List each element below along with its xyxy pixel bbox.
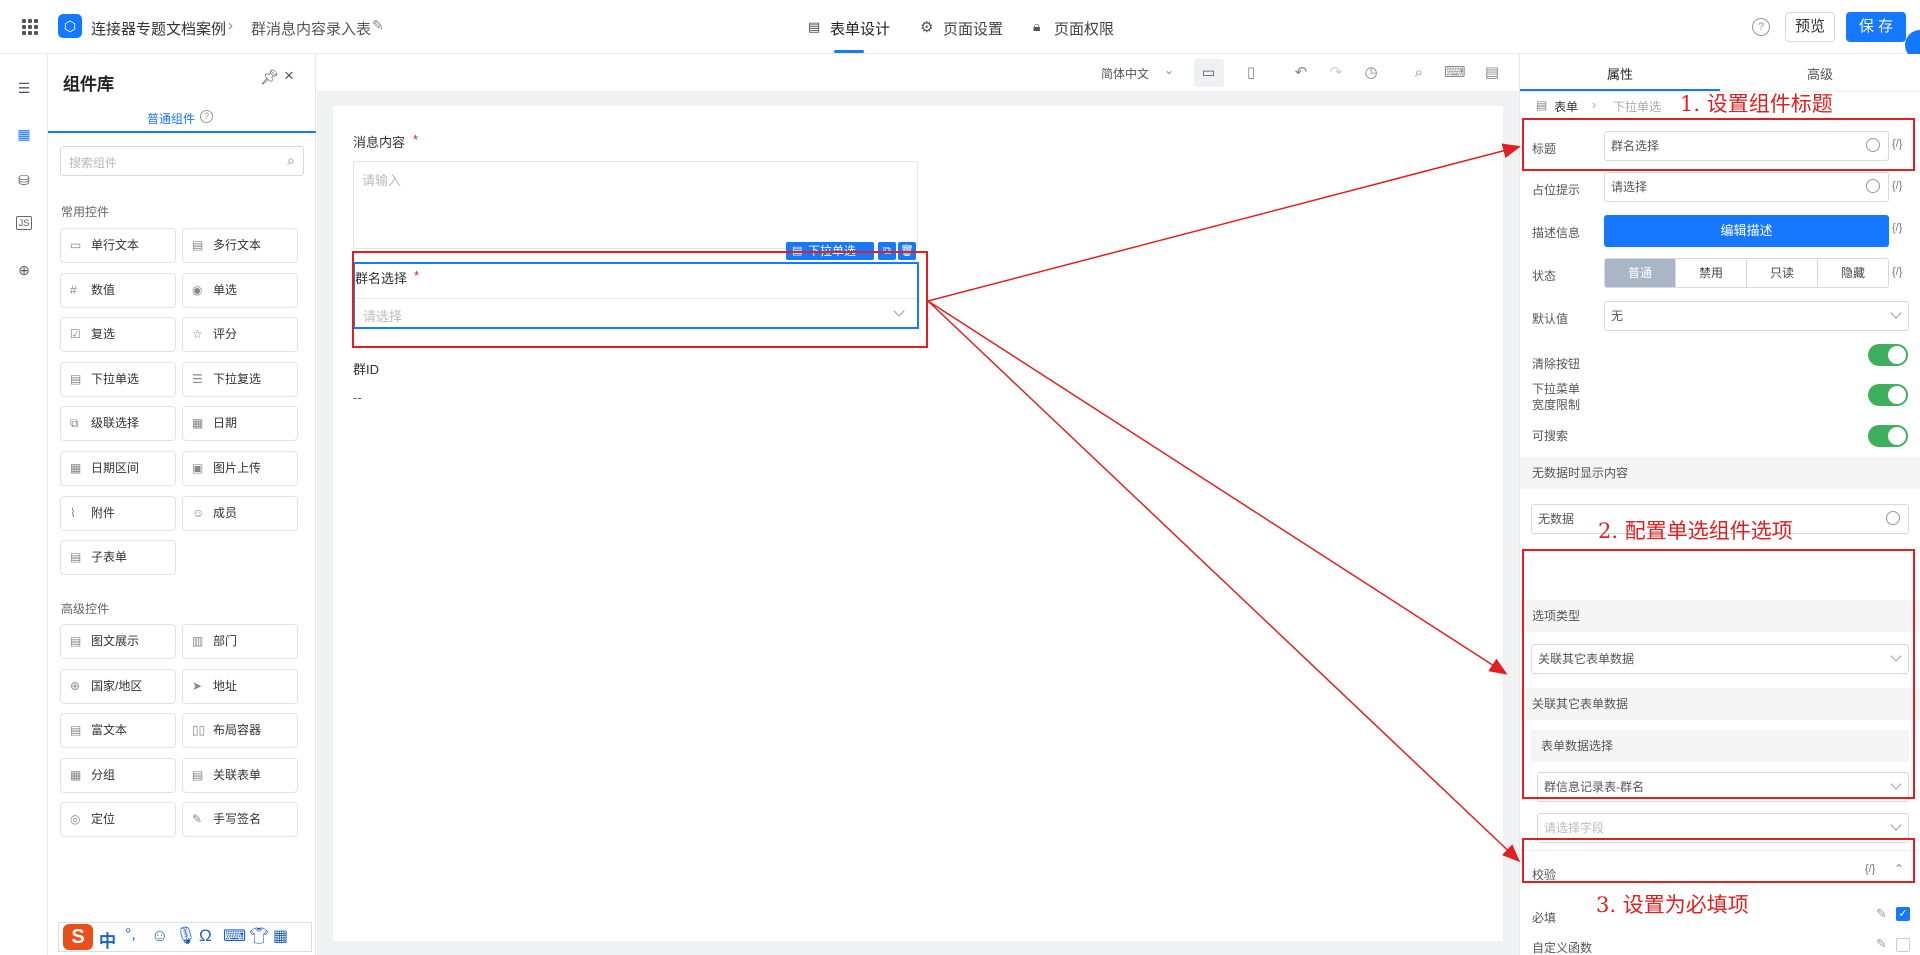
arrow-to-options — [927, 300, 1508, 675]
annotation-label-2: 2. 配置单选组件选项 — [1598, 519, 1793, 543]
annotation-arrows — [927, 143, 1521, 863]
annotation-label-1: 1. 设置组件标题 — [1680, 92, 1833, 116]
annotation-label-3: 3. 设置为必填项 — [1596, 893, 1749, 917]
arrow-to-title — [927, 143, 1521, 302]
app-root: ⬡ 连接器专题文档案例 › 群消息内容录入表 ✎ ▤ 表单设计 ⚙ 页面设置 🔒… — [0, 0, 1920, 955]
arrow-to-required — [927, 300, 1521, 863]
